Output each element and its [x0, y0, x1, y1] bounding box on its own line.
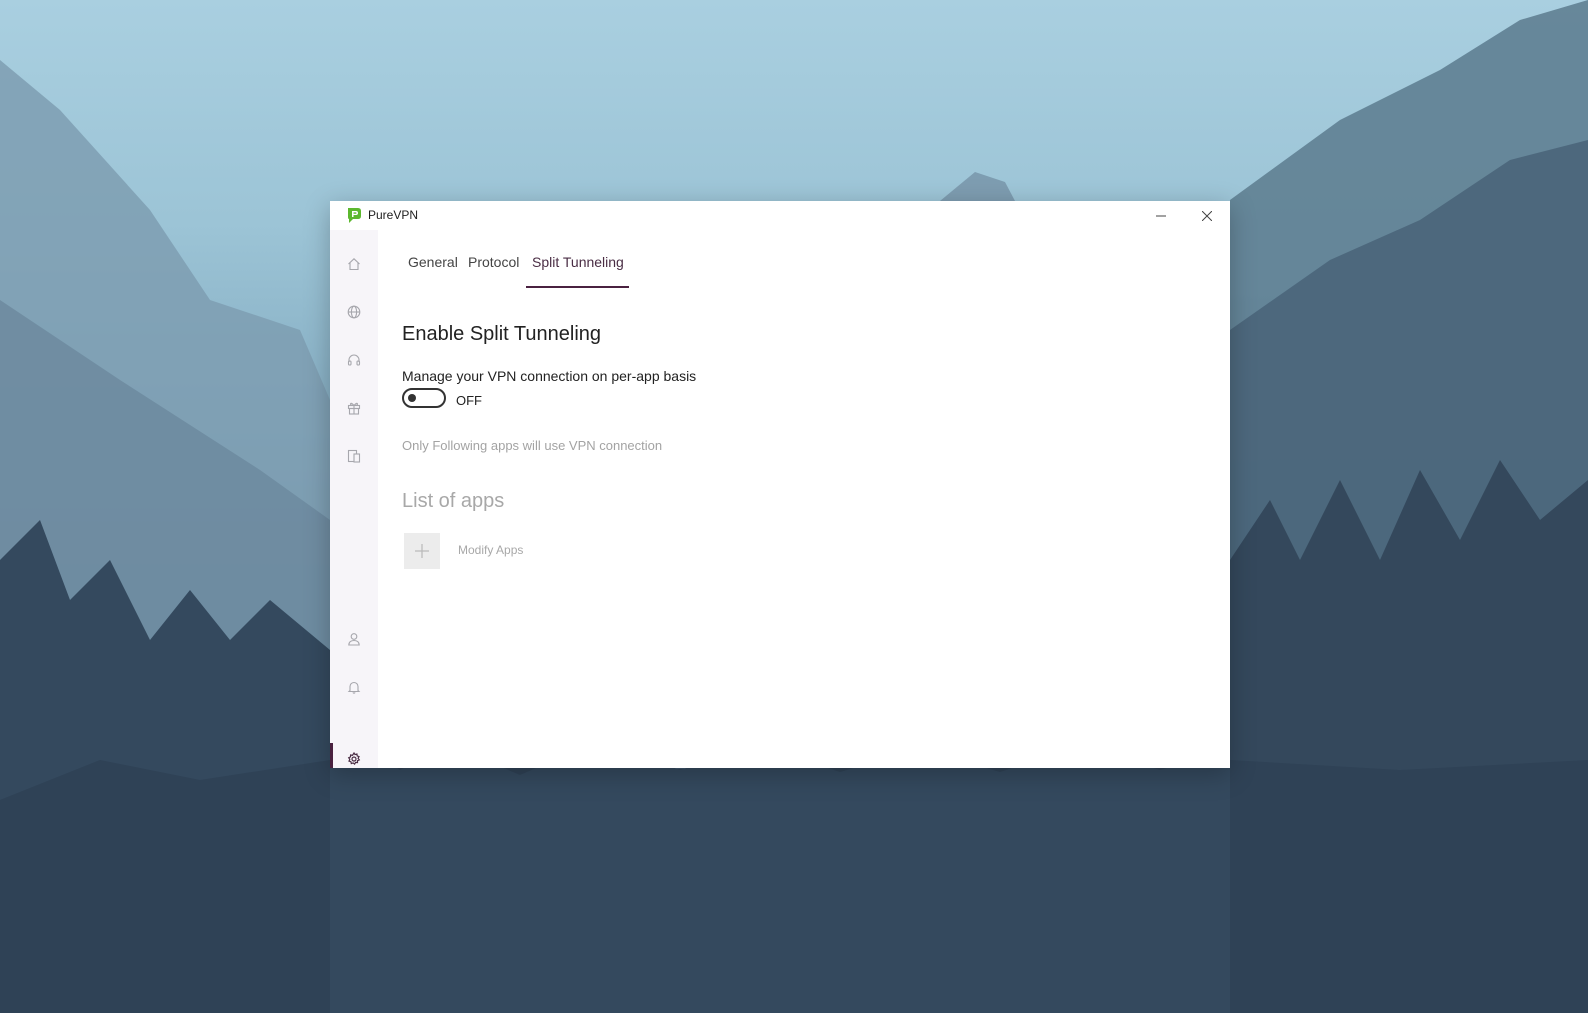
sidebar-item-locations[interactable] [342, 300, 366, 324]
headset-icon [347, 354, 361, 366]
sidebar-item-account[interactable] [342, 627, 366, 651]
gear-icon [347, 752, 361, 766]
modify-apps-link[interactable]: Modify Apps [458, 543, 523, 557]
user-icon [348, 633, 360, 646]
sidebar-item-devices[interactable] [342, 444, 366, 468]
sidebar-item-support[interactable] [342, 348, 366, 372]
plus-icon [415, 544, 429, 558]
tab-split-tunneling[interactable]: Split Tunneling [532, 252, 624, 288]
section-description: Manage your VPN connection on per-app ba… [402, 368, 697, 384]
sidebar-item-home[interactable] [342, 252, 366, 276]
add-app-button[interactable] [404, 533, 440, 569]
minimize-button[interactable] [1138, 201, 1184, 230]
active-tab-underline [526, 286, 629, 288]
app-window: PureVPN General Protocol Split Tunneling… [330, 201, 1230, 768]
toggle-knob [408, 394, 416, 402]
devices-icon [347, 449, 361, 463]
title-bar: PureVPN [330, 201, 1230, 230]
tab-protocol[interactable]: Protocol [468, 252, 519, 288]
purevpn-logo-icon [348, 208, 361, 223]
apps-list-title: List of apps [402, 490, 505, 512]
tab-general[interactable]: General [408, 252, 458, 288]
window-title: PureVPN [368, 208, 419, 222]
settings-content: General Protocol Split Tunneling Enable … [378, 230, 1230, 768]
toggle-state-label: OFF [456, 393, 482, 408]
close-button[interactable] [1184, 201, 1230, 230]
apps-note: Only Following apps will use VPN connect… [402, 438, 663, 453]
home-icon [348, 258, 360, 271]
split-tunneling-toggle[interactable] [402, 388, 446, 408]
sidebar-item-offers[interactable] [342, 396, 366, 420]
close-icon [1202, 210, 1212, 221]
sidebar-item-settings[interactable] [342, 747, 366, 768]
gift-icon [347, 402, 361, 415]
active-indicator [330, 743, 333, 768]
bell-icon [347, 681, 361, 694]
minimize-icon [1156, 215, 1166, 216]
globe-icon [347, 305, 361, 319]
sidebar-item-notifications[interactable] [342, 675, 366, 699]
sidebar [330, 230, 378, 768]
section-title: Enable Split Tunneling [402, 323, 602, 345]
